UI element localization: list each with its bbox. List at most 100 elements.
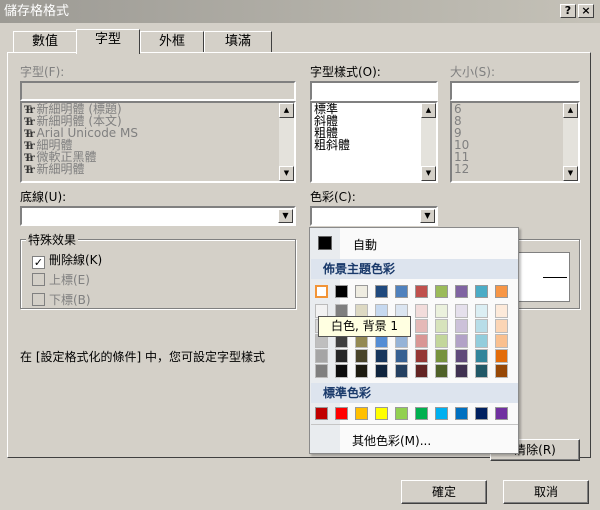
tab-font[interactable]: 字型 — [76, 29, 140, 54]
ok-label: 確定 — [431, 485, 456, 499]
theme-shade-swatch[interactable] — [455, 319, 468, 333]
theme-shade-swatch[interactable] — [375, 364, 388, 378]
strikethrough-checkbox[interactable]: ✓ 刪除線(K) — [32, 251, 102, 269]
auto-color-option[interactable]: 自動 — [311, 231, 518, 255]
more-colors-option[interactable]: 其他色彩(M)... — [352, 432, 431, 449]
list-item[interactable]: 11 — [452, 151, 578, 163]
theme-shade-swatch[interactable] — [435, 304, 448, 318]
theme-shade-swatch[interactable] — [315, 349, 328, 363]
theme-shade-swatch[interactable] — [335, 349, 348, 363]
color-select[interactable]: ▼ — [310, 206, 438, 226]
theme-color-swatch[interactable] — [355, 285, 368, 298]
scroll-up-icon[interactable]: ▲ — [563, 103, 578, 118]
theme-color-swatch[interactable] — [435, 285, 448, 298]
theme-shade-swatch[interactable] — [355, 349, 368, 363]
theme-color-swatch[interactable] — [475, 285, 488, 298]
underline-select[interactable]: ▼ — [20, 206, 296, 226]
scroll-up-icon[interactable]: ▲ — [279, 103, 294, 118]
checkbox-icon[interactable] — [32, 273, 45, 286]
theme-shade-swatch[interactable] — [395, 364, 408, 378]
theme-shade-swatch[interactable] — [315, 364, 328, 378]
theme-shade-swatch[interactable] — [435, 364, 448, 378]
standard-color-swatch[interactable] — [495, 407, 508, 420]
theme-shade-swatch[interactable] — [335, 364, 348, 378]
theme-shade-swatch[interactable] — [435, 334, 448, 348]
scroll-down-icon[interactable]: ▼ — [279, 166, 294, 181]
standard-color-swatch[interactable] — [355, 407, 368, 420]
scroll-up-icon[interactable]: ▲ — [421, 103, 436, 118]
checkbox-checked-icon[interactable]: ✓ — [32, 256, 45, 269]
theme-color-swatch[interactable] — [375, 285, 388, 298]
style-list[interactable]: 標準 斜體 粗體 粗斜體 ▲ ▼ — [310, 101, 438, 183]
tab-number[interactable]: 數值 — [13, 31, 77, 53]
list-item[interactable]: 12 — [452, 163, 578, 175]
theme-shade-swatch[interactable] — [415, 364, 428, 378]
style-input[interactable] — [310, 81, 438, 101]
standard-color-swatch[interactable] — [315, 407, 328, 420]
tab-border[interactable]: 外框 — [140, 31, 204, 53]
standard-color-swatch[interactable] — [455, 407, 468, 420]
checkbox-icon[interactable] — [32, 293, 45, 306]
theme-shade-swatch[interactable] — [455, 364, 468, 378]
theme-shade-swatch[interactable] — [475, 364, 488, 378]
close-button[interactable]: × — [578, 4, 594, 18]
theme-shade-swatch[interactable] — [435, 349, 448, 363]
theme-shade-swatch[interactable] — [495, 304, 508, 318]
window-title: 儲存格格式 — [4, 4, 70, 19]
scroll-down-icon[interactable]: ▼ — [563, 166, 578, 181]
list-item[interactable]: 粗斜體 — [312, 139, 436, 151]
standard-color-swatch[interactable] — [395, 407, 408, 420]
theme-shade-swatch[interactable] — [415, 349, 428, 363]
theme-color-swatch[interactable] — [335, 285, 348, 298]
theme-shade-swatch[interactable] — [475, 349, 488, 363]
theme-shade-swatch[interactable] — [395, 349, 408, 363]
theme-color-swatch[interactable] — [395, 285, 408, 298]
theme-shade-swatch[interactable] — [475, 334, 488, 348]
theme-color-swatch[interactable] — [415, 285, 428, 298]
auto-color-label: 自動 — [353, 238, 378, 252]
theme-shade-swatch[interactable] — [455, 349, 468, 363]
theme-color-swatch[interactable] — [455, 285, 468, 298]
superscript-checkbox[interactable]: 上標(E) — [32, 271, 90, 288]
theme-shade-swatch[interactable] — [435, 319, 448, 333]
theme-shade-swatch[interactable] — [475, 319, 488, 333]
theme-shade-swatch[interactable] — [415, 319, 428, 333]
standard-color-swatch[interactable] — [415, 407, 428, 420]
size-list[interactable]: 6 8 9 10 11 12 ▲ ▼ — [450, 101, 580, 183]
subscript-checkbox[interactable]: 下標(B) — [32, 291, 91, 308]
theme-shade-swatch[interactable] — [495, 319, 508, 333]
style-scrollbar[interactable]: ▲ ▼ — [421, 103, 436, 181]
chevron-down-icon[interactable]: ▼ — [278, 209, 293, 223]
theme-shade-swatch[interactable] — [415, 334, 428, 348]
list-item[interactable]: 8 — [452, 115, 578, 127]
chevron-down-icon[interactable]: ▼ — [420, 209, 435, 223]
help-button[interactable]: ? — [560, 4, 576, 18]
theme-shade-swatch[interactable] — [455, 304, 468, 318]
theme-shade-swatch[interactable] — [495, 364, 508, 378]
theme-shade-swatch[interactable] — [495, 334, 508, 348]
theme-shade-swatch[interactable] — [355, 364, 368, 378]
ok-button[interactable]: 確定 — [401, 480, 487, 504]
theme-shade-swatch[interactable] — [475, 304, 488, 318]
theme-shade-swatch[interactable] — [495, 349, 508, 363]
standard-color-swatch[interactable] — [475, 407, 488, 420]
theme-shade-swatch[interactable] — [455, 334, 468, 348]
theme-color-swatch[interactable] — [495, 285, 508, 298]
cancel-button[interactable]: 取消 — [503, 480, 589, 504]
standard-color-swatch[interactable] — [335, 407, 348, 420]
standard-color-swatch[interactable] — [435, 407, 448, 420]
list-item[interactable]: 10 — [452, 139, 578, 151]
theme-shade-swatch[interactable] — [415, 304, 428, 318]
theme-color-swatch[interactable] — [315, 285, 328, 298]
size-input[interactable] — [450, 81, 580, 101]
list-item[interactable]: 6 — [452, 103, 578, 115]
tab-label: 字型 — [94, 32, 121, 47]
standard-color-swatch[interactable] — [375, 407, 388, 420]
size-scrollbar[interactable]: ▲ ▼ — [563, 103, 578, 181]
theme-shade-swatch[interactable] — [375, 349, 388, 363]
font-scrollbar[interactable]: ▲ ▼ — [279, 103, 294, 181]
tab-label: 數值 — [31, 34, 58, 49]
list-item[interactable]: 9 — [452, 127, 578, 139]
scroll-down-icon[interactable]: ▼ — [421, 166, 436, 181]
tab-fill[interactable]: 填滿 — [204, 31, 272, 53]
